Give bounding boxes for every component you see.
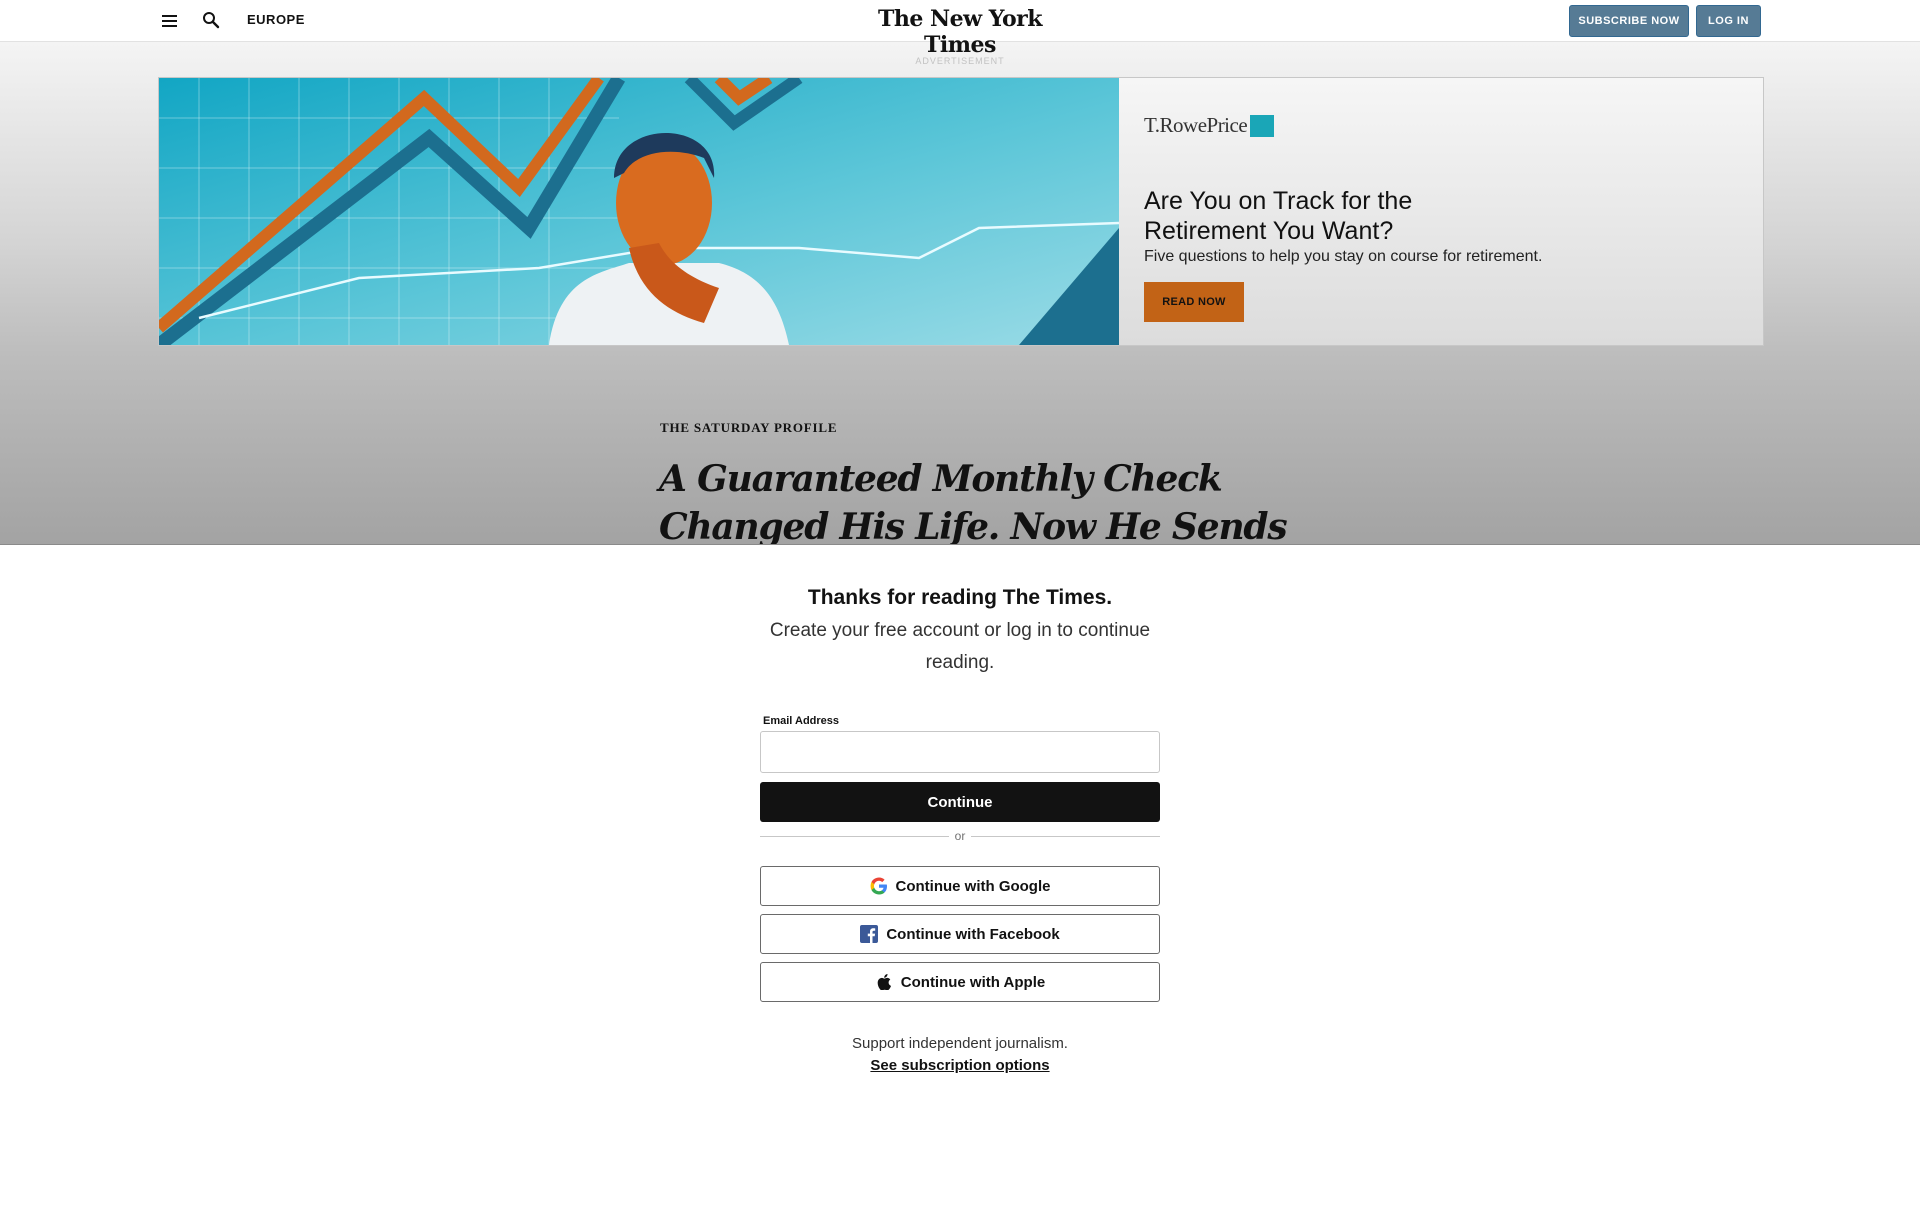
facebook-f-icon <box>860 925 879 943</box>
ad-subtitle: Five questions to help you stay on cours… <box>1144 248 1543 265</box>
ad-brand-logo: T.RowePrice <box>1144 113 1275 138</box>
or-text: or <box>954 829 966 843</box>
continue-with-google-button[interactable]: Continue with Google <box>760 866 1160 906</box>
see-subscription-options-link[interactable]: See subscription options <box>870 1057 1049 1074</box>
edition-selector[interactable]: EUROPE <box>247 12 305 27</box>
gate-subtitle: Create your free account or log in to co… <box>769 620 1151 673</box>
continue-button[interactable]: Continue <box>760 782 1160 822</box>
facebook-button-label: Continue with Facebook <box>886 925 1060 943</box>
top-bar: EUROPE The New York Times SUBSCRIBE NOW … <box>0 0 1920 58</box>
gate-title: Thanks for reading The Times. <box>807 586 1113 609</box>
ad-illustration[interactable] <box>159 78 1119 345</box>
email-label: Email Address <box>763 715 840 727</box>
tower-logo-icon <box>1250 114 1275 137</box>
subscribe-button[interactable]: SUBSCRIBE NOW <box>1569 5 1689 37</box>
continue-with-facebook-button[interactable]: Continue with Facebook <box>760 914 1160 954</box>
apple-logo-icon <box>875 973 893 991</box>
registration-gate: Thanks for reading The Times. Create you… <box>0 544 1920 1212</box>
ad-title: Are You on Track for the Retirement You … <box>1144 187 1413 245</box>
ad-banner[interactable]: T.RowePrice Are You on Track for the Ret… <box>158 77 1764 346</box>
support-text: Support independent journalism. <box>852 1035 1068 1052</box>
subscription-options-link-wrap: See subscription options <box>0 1057 1920 1074</box>
apple-button-label: Continue with Apple <box>900 973 1046 991</box>
google-button-label: Continue with Google <box>895 877 1051 895</box>
hamburger-menu-icon[interactable] <box>160 12 180 30</box>
nyt-logo[interactable]: The New York Times <box>862 6 1058 58</box>
google-g-icon <box>870 877 888 895</box>
divider-line <box>971 835 1161 837</box>
divider-line <box>760 835 949 837</box>
ad-read-now-button[interactable]: READ NOW <box>1144 282 1244 322</box>
or-divider: or <box>760 829 1161 843</box>
continue-with-apple-button[interactable]: Continue with Apple <box>760 962 1160 1002</box>
email-field[interactable] <box>760 731 1160 773</box>
article-kicker[interactable]: THE SATURDAY PROFILE <box>660 420 837 436</box>
search-icon[interactable] <box>202 11 222 31</box>
login-button[interactable]: LOG IN <box>1696 5 1761 37</box>
